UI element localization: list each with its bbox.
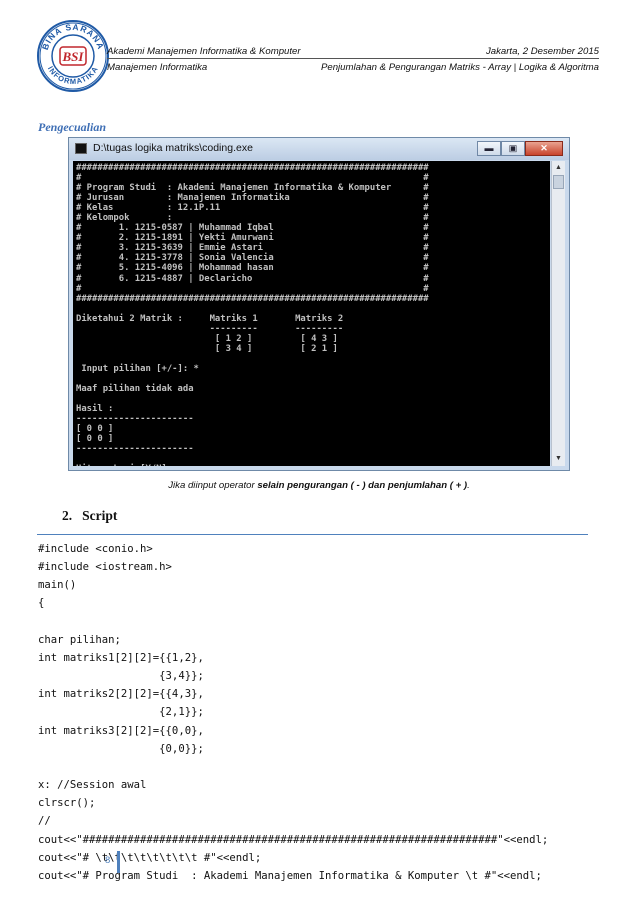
scrollbar-thumb[interactable] [553, 175, 564, 189]
header-line-1: Akademi Manajemen Informatika & Komputer… [107, 46, 599, 57]
console-output-area[interactable]: ########################################… [73, 161, 550, 466]
caption-bold: selain pengurangan ( - ) dan penjumlahan… [257, 480, 468, 491]
figure-caption: Jika diinput operator selain pengurangan… [0, 480, 638, 491]
header-rule [107, 58, 599, 59]
bsi-logo: BINA SARANA INFORMATIKA BSI [37, 20, 109, 92]
header-line-2: Manajemen Informatika Penjumlahan & Peng… [107, 62, 599, 73]
minimize-button[interactable]: ▬ [477, 141, 501, 156]
console-output-text: ########################################… [76, 163, 429, 466]
maximize-button[interactable]: ▣ [501, 141, 525, 156]
code-listing: #include <conio.h> #include <iostream.h>… [38, 543, 549, 882]
page-number-bar [117, 851, 120, 873]
window-title: D:\tugas logika matriks\coding.exe [93, 142, 253, 154]
institution-name: Akademi Manajemen Informatika & Komputer [107, 46, 301, 57]
section-title: Pengecualian [38, 120, 106, 134]
script-heading: 2. Script [62, 508, 117, 524]
scroll-up-icon[interactable]: ▲ [553, 162, 564, 174]
department-name: Manajemen Informatika [107, 62, 208, 73]
close-button[interactable]: ✕ [525, 141, 563, 156]
window-controls: ▬ ▣ ✕ [477, 141, 563, 156]
heading-rule [37, 534, 588, 535]
caption-prefix: Jika diinput operator [168, 480, 258, 491]
console-app-icon [75, 143, 87, 154]
console-window: D:\tugas logika matriks\coding.exe ▬ ▣ ✕… [68, 137, 570, 471]
document-topic: Penjumlahan & Pengurangan Matriks - Arra… [320, 62, 599, 73]
logo-center-text: BSI [62, 49, 85, 64]
script-heading-title: Script [82, 508, 118, 523]
vertical-scrollbar[interactable]: ▲ ▼ [551, 161, 565, 466]
caption-suffix: . [467, 480, 470, 491]
scroll-down-icon[interactable]: ▼ [553, 453, 564, 465]
script-heading-number: 2. [62, 508, 73, 523]
place-date: Jakarta, 2 Desember 2015 [485, 46, 599, 57]
page-number: 8 [105, 855, 111, 866]
window-titlebar[interactable]: D:\tugas logika matriks\coding.exe ▬ ▣ ✕ [69, 138, 569, 160]
